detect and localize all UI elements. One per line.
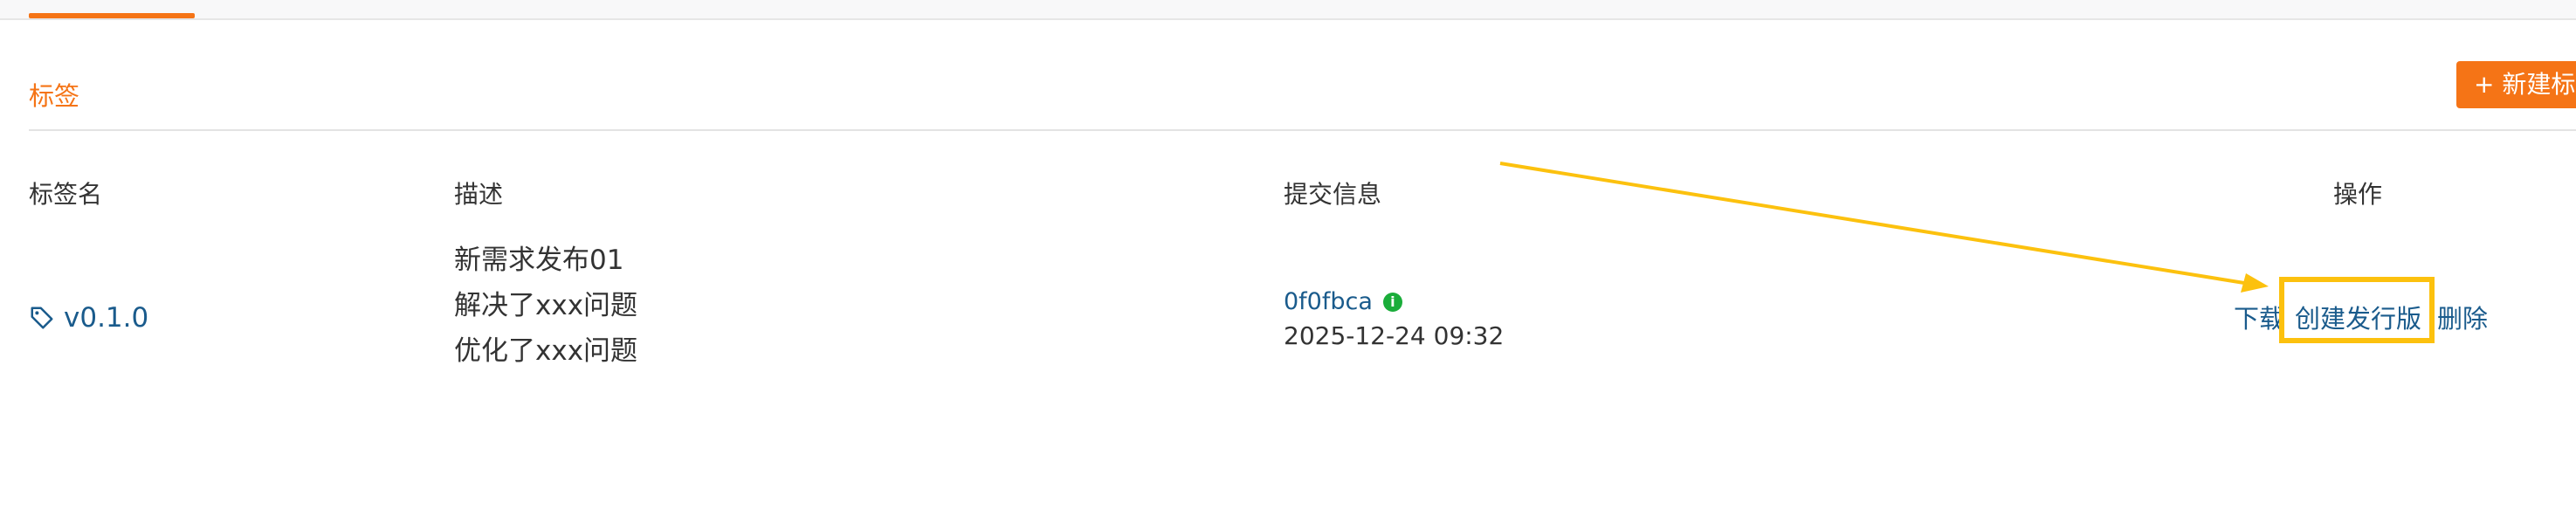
arrow-annotation: [1499, 162, 2269, 293]
